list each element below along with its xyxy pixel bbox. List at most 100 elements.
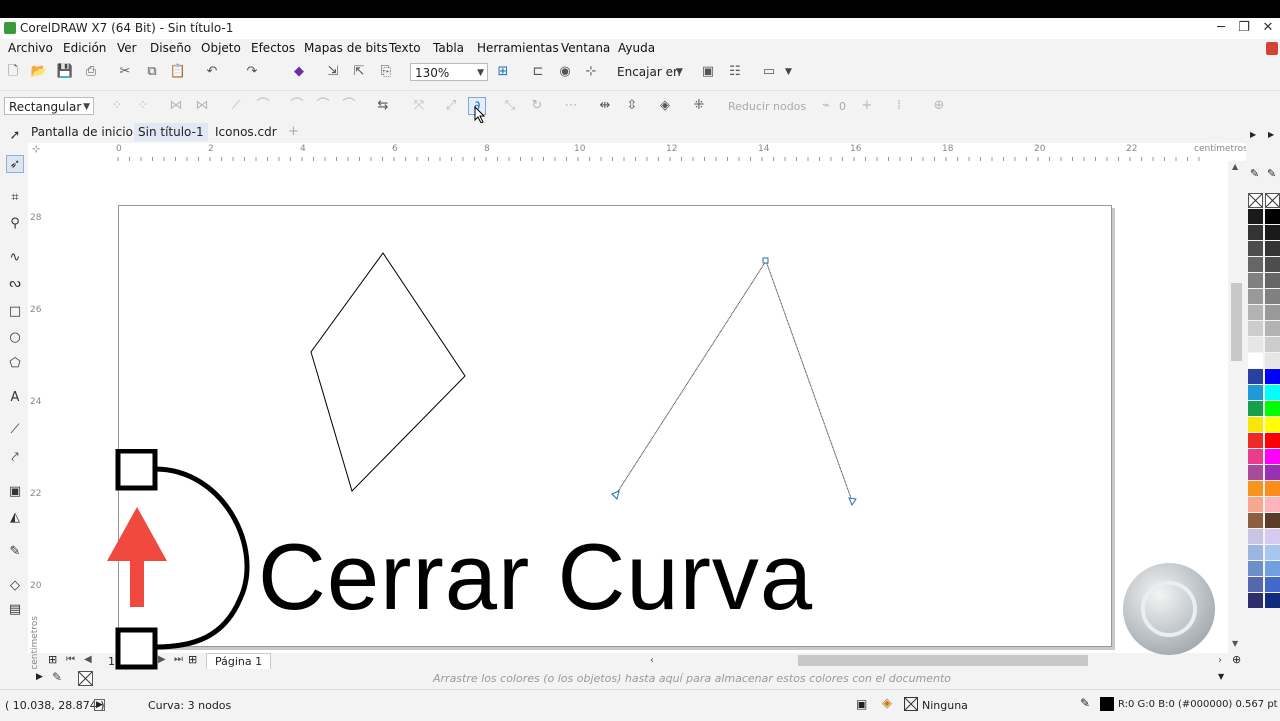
text-tool-icon[interactable]: A [6, 389, 24, 407]
status-play-icon[interactable]: ▶ [94, 699, 105, 711]
color-swatch[interactable] [1265, 273, 1280, 288]
tab-iconos-cdr[interactable]: Iconos.cdr [211, 123, 281, 141]
eyedropper-icon[interactable]: ✎ [1250, 167, 1259, 180]
application-launcher-icon[interactable]: ☷ [726, 63, 744, 81]
color-swatch[interactable] [1248, 305, 1263, 320]
mirror-horizontal-icon[interactable]: ⇹ [596, 97, 614, 115]
color-swatch[interactable] [1248, 449, 1263, 464]
color-swatch[interactable] [1248, 417, 1263, 432]
color-swatch[interactable] [1248, 545, 1263, 560]
smoothness-slider-icon[interactable]: + [858, 97, 876, 115]
horizontal-ruler[interactable]: 0 2 4 6 8 10 12 14 16 18 20 22 centímetr… [46, 143, 1248, 162]
color-swatch[interactable] [1265, 209, 1280, 224]
new-document-icon[interactable]: 🗋 [4, 63, 22, 81]
scroll-left-icon[interactable]: ‹ [650, 655, 654, 666]
scroll-thumb[interactable] [1231, 283, 1242, 361]
color-swatch[interactable] [1265, 465, 1280, 480]
menu-tabla[interactable]: Tabla [433, 41, 464, 55]
color-swatch[interactable] [1265, 433, 1280, 448]
save-icon[interactable]: 💾 [56, 63, 74, 81]
convert-to-line-icon[interactable]: ⟋ [227, 97, 245, 115]
tab-sin-titulo-1[interactable]: Sin título-1 [134, 123, 208, 141]
palette-menu-arrow-icon[interactable]: ▶ [36, 672, 43, 682]
menu-texto[interactable]: Texto [389, 41, 421, 55]
reduce-nodes-button[interactable]: Reducir nodos [728, 100, 806, 113]
color-swatch[interactable] [1265, 449, 1280, 464]
menu-ver[interactable]: Ver [117, 41, 137, 55]
menu-objeto[interactable]: Objeto [201, 41, 241, 55]
color-swatch[interactable] [1265, 337, 1280, 352]
add-icon[interactable]: ⊕ [930, 97, 948, 115]
color-swatch[interactable] [1265, 353, 1280, 368]
zoom-level-combo[interactable]: 130% ▼ [410, 63, 488, 81]
color-proof-icon[interactable]: ▣ [856, 697, 867, 711]
cut-icon[interactable]: ✂ [116, 63, 134, 81]
artistic-media-icon[interactable]: ᔓ [6, 275, 24, 293]
vertical-scrollbar[interactable]: ▲ ▼ [1228, 161, 1246, 653]
color-swatch[interactable] [1248, 577, 1263, 592]
color-swatch[interactable] [1265, 289, 1280, 304]
guidelines-icon[interactable]: ⊹ [582, 63, 600, 81]
menu-mapas-de-bits[interactable]: Mapas de bits [304, 41, 387, 55]
convert-to-curve-icon[interactable]: ⌒ [254, 97, 272, 115]
mirror-vertical-icon[interactable]: ⇳ [623, 97, 641, 115]
palette-scroll-icon[interactable]: ▼ [1218, 672, 1224, 681]
extract-subpath-icon[interactable]: ⤢ [442, 97, 460, 115]
polygon-tool-icon[interactable]: ⬠ [6, 355, 24, 373]
paste-icon[interactable]: 📋 [169, 63, 187, 81]
import-icon[interactable]: ⇲ [324, 63, 342, 81]
menu-efectos[interactable]: Efectos [251, 41, 295, 55]
align-nodes-icon[interactable]: ⋯ [562, 97, 580, 115]
break-curve-icon[interactable]: ⋈ [193, 97, 211, 115]
new-tab-icon[interactable]: + [288, 124, 299, 139]
elastic-mode-icon[interactable]: ◈ [656, 97, 674, 115]
color-swatch[interactable] [1248, 225, 1263, 240]
previous-page-icon[interactable]: ◀ [84, 654, 92, 665]
scroll-down-icon[interactable]: ▼ [1232, 639, 1238, 648]
add-page-icon[interactable]: ⊞ [48, 653, 57, 666]
scroll-right-icon[interactable]: › [1218, 655, 1222, 666]
symmetrical-node-icon[interactable]: ⌒ [340, 97, 358, 115]
no-color-swatch[interactable] [78, 671, 93, 686]
menu-herramientas[interactable]: Herramientas [477, 41, 559, 55]
color-swatch[interactable] [1248, 465, 1263, 480]
smooth-node-icon[interactable]: ⌒ [314, 97, 332, 115]
delete-node-icon[interactable]: ⁘ [134, 97, 152, 115]
pick-tool-icon[interactable]: ➚ [6, 127, 24, 145]
restore-button[interactable]: ❐ [1233, 19, 1255, 37]
zoom-tool-icon[interactable]: ⚲ [6, 215, 24, 233]
redo-icon[interactable]: ↷ [243, 63, 261, 81]
menu-ayuda[interactable]: Ayuda [618, 41, 655, 55]
vertical-ruler[interactable]: 28 26 24 22 20 centímetros [28, 161, 47, 670]
bounding-box-icon[interactable]: ⁞ [890, 97, 908, 115]
color-swatch[interactable] [1265, 593, 1280, 608]
copy-icon[interactable]: ⧉ [143, 63, 161, 81]
ellipse-tool-icon[interactable]: ○ [6, 329, 24, 347]
full-screen-icon[interactable]: ⊞ [494, 63, 512, 81]
outline-color-swatch[interactable] [1100, 697, 1114, 711]
color-swatch[interactable] [1248, 369, 1263, 384]
open-icon[interactable]: 📂 [30, 63, 48, 81]
color-swatch[interactable] [1248, 241, 1263, 256]
zoom-icon[interactable]: ⊕ [1232, 653, 1241, 666]
color-swatch[interactable] [1248, 289, 1263, 304]
color-swatch[interactable] [1265, 321, 1280, 336]
color-swatch[interactable] [1265, 497, 1280, 512]
join-nodes-icon[interactable]: ⋈ [167, 97, 185, 115]
color-swatch[interactable] [1265, 225, 1280, 240]
menu-edicion[interactable]: Edición [63, 41, 106, 55]
color-swatch[interactable] [1265, 257, 1280, 272]
eyedropper-icon[interactable]: ✎ [52, 670, 62, 684]
no-color-swatch[interactable] [1248, 193, 1263, 208]
user-icon[interactable] [1266, 42, 1278, 55]
menu-archivo[interactable]: Archivo [8, 41, 53, 55]
color-swatch[interactable] [1265, 305, 1280, 320]
color-swatch[interactable] [1265, 401, 1280, 416]
color-swatch[interactable] [1265, 529, 1280, 544]
options-icon[interactable]: ▣ [699, 63, 717, 81]
grid-icon[interactable]: ◉ [556, 63, 574, 81]
publish-pdf-icon[interactable]: ⎘ [377, 63, 395, 81]
ruler-origin[interactable]: ⊹ [28, 143, 47, 162]
eyedropper-icon[interactable]: ✎ [6, 543, 24, 561]
freehand-tool-icon[interactable]: ∿ [6, 249, 24, 267]
